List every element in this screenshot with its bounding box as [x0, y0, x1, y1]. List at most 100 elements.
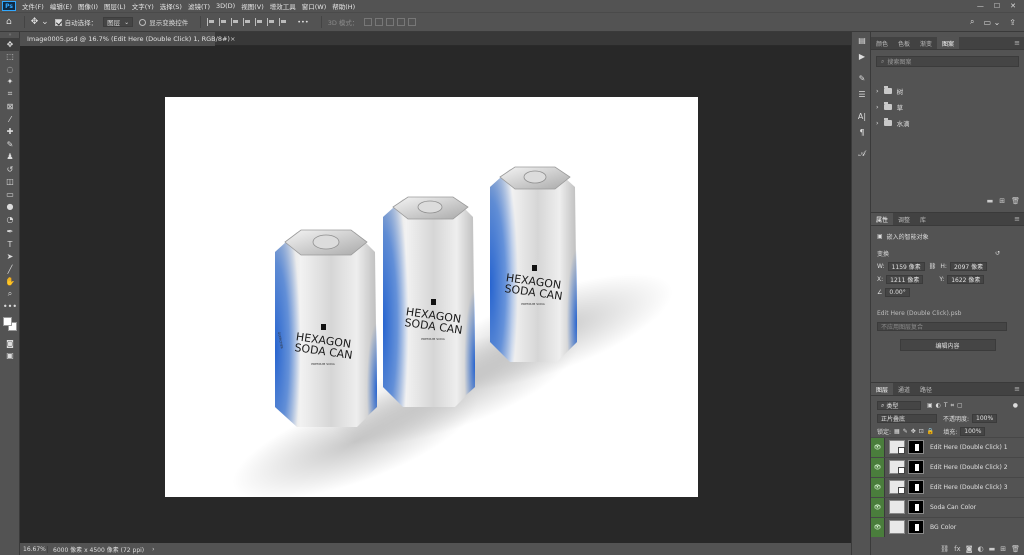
character-panel-icon[interactable]: A| — [852, 108, 872, 124]
more-options-button[interactable]: ••• — [297, 18, 309, 26]
layer-thumbnail[interactable] — [889, 500, 905, 514]
layer-row[interactable]: 👁 Edit Here (Double Click) 1 — [871, 437, 1024, 457]
close-tab-icon[interactable]: × — [230, 35, 235, 43]
menu-window[interactable]: 窗口(W) — [299, 1, 330, 11]
distribute-icon[interactable] — [279, 18, 287, 26]
layer-mask-thumbnail[interactable] — [908, 500, 924, 514]
canvas-workspace[interactable]: HEXAGON SODA CAN PREMIUM SODA HEXAGON SO… — [20, 46, 851, 543]
hand-tool-icon[interactable]: ✋ — [0, 276, 20, 289]
type-tool-icon[interactable]: T — [0, 238, 20, 251]
glyphs-panel-icon[interactable]: 𝒜 — [852, 146, 872, 162]
visibility-eye-icon[interactable]: 👁 — [871, 437, 885, 457]
frame-tool-icon[interactable]: ⊠ — [0, 101, 20, 114]
layer-comp-dropdown[interactable]: 不应用图层复合 — [877, 322, 1007, 331]
layer-thumbnail[interactable] — [889, 460, 905, 474]
move-tool-icon[interactable]: ✥ — [0, 38, 20, 51]
auto-select-toggle[interactable]: 自动选择： — [54, 17, 97, 27]
filter-icons[interactable]: ▣◐T⌗▢ — [927, 402, 966, 410]
edit-contents-button[interactable]: 编辑内容 — [899, 339, 996, 351]
fill-field[interactable]: 100% — [960, 427, 986, 436]
tab-libraries[interactable]: 库 — [915, 213, 931, 225]
x-field[interactable]: 1211 像素 — [886, 275, 924, 284]
layer-row[interactable]: 👁 Soda Can Color — [871, 497, 1024, 517]
close-window-button[interactable]: ✕ — [1010, 2, 1016, 10]
lasso-tool-icon[interactable]: ◌ — [0, 63, 20, 76]
layer-mask-thumbnail[interactable] — [908, 460, 924, 474]
share-icon[interactable]: ⇪ — [1009, 18, 1016, 27]
tab-gradients[interactable]: 渐变 — [915, 37, 937, 49]
layer-thumbnail[interactable] — [889, 520, 905, 534]
quick-mask-icon[interactable]: ◙ — [0, 337, 20, 350]
height-field[interactable]: 2097 像素 — [949, 262, 988, 271]
tab-properties[interactable]: 属性 — [871, 213, 894, 225]
delete-layer-icon[interactable]: 🗑 — [1011, 545, 1020, 553]
color-swatches[interactable] — [0, 313, 20, 337]
link-icon[interactable]: ⛓ — [929, 263, 937, 270]
history-brush-icon[interactable]: ↺ — [0, 163, 20, 176]
healing-tool-icon[interactable]: ✚ — [0, 126, 20, 139]
new-pattern-icon[interactable]: ⊞ — [999, 197, 1005, 205]
show-transform-toggle[interactable]: 显示变换控件 — [139, 17, 188, 27]
menu-view[interactable]: 视图(V) — [238, 1, 267, 11]
panel-menu-icon[interactable]: ≡ — [1014, 215, 1024, 223]
marquee-tool-icon[interactable]: ⬚ — [0, 51, 20, 64]
align-left-icon[interactable] — [207, 18, 215, 26]
search-icon[interactable]: ⌕ — [970, 17, 974, 27]
screen-mode-icon[interactable]: ▣ — [0, 350, 20, 363]
visibility-eye-icon[interactable]: 👁 — [871, 457, 885, 477]
angle-field[interactable]: 0.00° — [885, 288, 910, 297]
menu-image[interactable]: 图像(I) — [75, 1, 101, 11]
visibility-eye-icon[interactable]: 👁 — [871, 497, 885, 517]
filter-toggle-icon[interactable]: ● — [1013, 402, 1018, 409]
zoom-level[interactable]: 16.67% — [20, 545, 48, 553]
align-hcenter-icon[interactable] — [219, 18, 227, 26]
pattern-group-water[interactable]: › 水滴 — [871, 115, 1024, 131]
new-layer-icon[interactable]: ⊞ — [1000, 545, 1006, 553]
layer-mask-thumbnail[interactable] — [908, 480, 924, 494]
brush-tool-icon[interactable]: ✎ — [0, 138, 20, 151]
new-group-icon[interactable]: ▬ — [987, 197, 994, 205]
tab-channels[interactable]: 通道 — [893, 383, 915, 395]
delete-icon[interactable]: 🗑 — [1011, 197, 1020, 205]
status-menu-icon[interactable]: › — [152, 546, 154, 553]
home-icon[interactable]: ⌂ — [6, 17, 12, 27]
y-field[interactable]: 1622 像素 — [947, 275, 985, 284]
align-bottom-icon[interactable] — [267, 18, 275, 26]
width-field[interactable]: 1159 像素 — [887, 262, 925, 271]
align-top-icon[interactable] — [243, 18, 251, 26]
adjustment-layer-icon[interactable]: ◐ — [978, 545, 984, 553]
menu-plugins[interactable]: 增效工具 — [267, 1, 299, 11]
menu-filter[interactable]: 滤镜(T) — [185, 1, 213, 11]
blur-tool-icon[interactable]: ● — [0, 201, 20, 214]
brush-settings-icon[interactable]: ✎ — [852, 70, 872, 86]
foreground-color-swatch[interactable] — [3, 317, 12, 326]
minimize-button[interactable]: — — [977, 2, 984, 10]
reset-transform-icon[interactable]: ↺ — [995, 250, 1000, 257]
menu-3d[interactable]: 3D(D) — [213, 2, 238, 10]
align-right-icon[interactable] — [231, 18, 239, 26]
layer-thumbnail[interactable] — [889, 440, 905, 454]
menu-help[interactable]: 帮助(H) — [329, 1, 358, 11]
layer-mask-thumbnail[interactable] — [908, 520, 924, 534]
tab-patterns[interactable]: 图案 — [937, 37, 960, 49]
document-tab[interactable]: Image0005.psd @ 16.7% (Edit Here (Double… — [20, 32, 235, 46]
eyedropper-tool-icon[interactable]: ⁄ — [0, 113, 20, 126]
layer-thumbnail[interactable] — [889, 480, 905, 494]
adjust-panel-icon[interactable]: ☰ — [852, 86, 872, 102]
auto-select-checkbox[interactable] — [54, 18, 62, 26]
more-tools-icon[interactable]: ••• — [0, 301, 20, 314]
3d-pan-icon[interactable] — [386, 18, 395, 26]
layer-row[interactable]: 👁 BG Color — [871, 517, 1024, 537]
document-canvas[interactable]: HEXAGON SODA CAN PREMIUM SODA HEXAGON SO… — [165, 97, 698, 497]
blend-mode-dropdown[interactable]: 正片叠底 — [877, 414, 937, 423]
paragraph-panel-icon[interactable]: ¶ — [852, 124, 872, 140]
opacity-field[interactable]: 100% — [972, 414, 998, 423]
align-vcenter-icon[interactable] — [255, 18, 263, 26]
menu-edit[interactable]: 编辑(E) — [47, 1, 75, 11]
link-layers-icon[interactable]: ⛓ — [940, 545, 949, 553]
menu-type[interactable]: 文字(Y) — [129, 1, 157, 11]
pattern-group-grass[interactable]: › 草 — [871, 99, 1024, 115]
magic-wand-tool-icon[interactable]: ✦ — [0, 76, 20, 89]
pen-tool-icon[interactable]: ✒ — [0, 226, 20, 239]
lock-icons[interactable]: ▦✎✥⊡🔒 — [894, 428, 937, 435]
